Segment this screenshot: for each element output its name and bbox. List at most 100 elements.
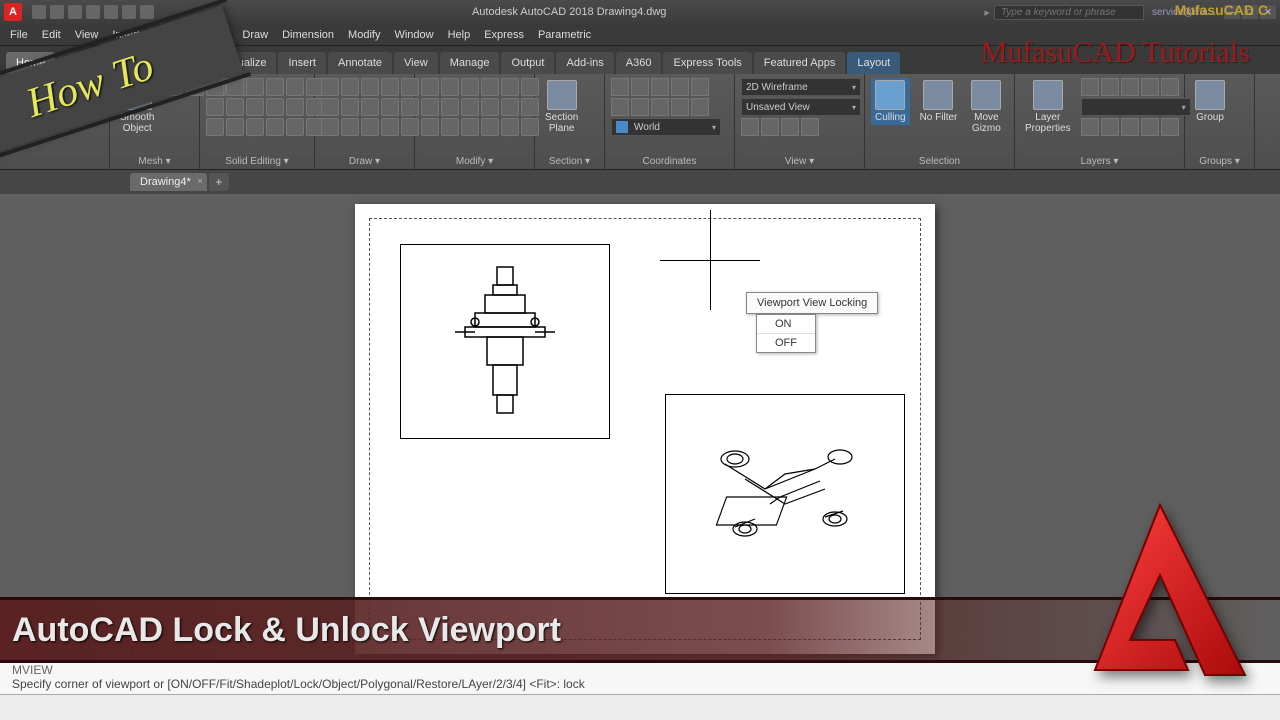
tab-manage[interactable]: Manage: [440, 52, 500, 74]
viewport-2[interactable]: [665, 394, 905, 594]
qat-saveas-icon[interactable]: [86, 5, 100, 19]
layer-tool-icon[interactable]: [1081, 78, 1099, 96]
close-icon[interactable]: ×: [197, 176, 202, 186]
doc-tab-add-button[interactable]: +: [209, 173, 229, 191]
tool-icon[interactable]: [441, 98, 459, 116]
tool-icon[interactable]: [341, 118, 359, 136]
layer-tool-icon[interactable]: [1141, 118, 1159, 136]
no-filter-button[interactable]: No Filter: [916, 78, 962, 125]
ucs-icon[interactable]: [691, 98, 709, 116]
layer-tool-icon[interactable]: [1161, 118, 1179, 136]
layer-tool-icon[interactable]: [1121, 78, 1139, 96]
menu-help[interactable]: Help: [448, 29, 471, 41]
ucs-icon[interactable]: [611, 78, 629, 96]
tool-icon[interactable]: [381, 98, 399, 116]
qat-undo-icon[interactable]: [122, 5, 136, 19]
tab-express-tools[interactable]: Express Tools: [663, 52, 751, 74]
tab-view[interactable]: View: [394, 52, 438, 74]
tool-icon[interactable]: [206, 118, 224, 136]
panel-label-draw[interactable]: Draw ▾: [321, 153, 408, 167]
tool-icon[interactable]: [461, 98, 479, 116]
tool-icon[interactable]: [246, 118, 264, 136]
tool-icon[interactable]: [341, 98, 359, 116]
ucs-icon[interactable]: [631, 78, 649, 96]
ucs-icon[interactable]: [671, 98, 689, 116]
ucs-icon[interactable]: [651, 78, 669, 96]
tool-icon[interactable]: [361, 78, 379, 96]
menu-draw[interactable]: Draw: [242, 29, 268, 41]
tab-featured-apps[interactable]: Featured Apps: [754, 52, 846, 74]
visual-style-combo[interactable]: 2D Wireframe: [741, 78, 861, 96]
tool-icon[interactable]: [266, 98, 284, 116]
viewport-1[interactable]: [400, 244, 610, 439]
tool-icon[interactable]: [421, 98, 439, 116]
qat-open-icon[interactable]: [50, 5, 64, 19]
tab-output[interactable]: Output: [501, 52, 554, 74]
qat-redo-icon[interactable]: [140, 5, 154, 19]
tool-icon[interactable]: [501, 78, 519, 96]
layer-tool-icon[interactable]: [1161, 78, 1179, 96]
tool-icon[interactable]: [381, 118, 399, 136]
view-tool-icon[interactable]: [741, 118, 759, 136]
qat-new-icon[interactable]: [32, 5, 46, 19]
culling-button[interactable]: Culling: [871, 78, 910, 125]
panel-label-layers[interactable]: Layers ▾: [1021, 153, 1178, 167]
help-search-input[interactable]: [994, 5, 1144, 20]
tool-icon[interactable]: [481, 118, 499, 136]
view-tool-icon[interactable]: [801, 118, 819, 136]
menu-express[interactable]: Express: [484, 29, 524, 41]
move-gizmo-button[interactable]: Move Gizmo: [967, 78, 1005, 136]
qat-plot-icon[interactable]: [104, 5, 118, 19]
tab-annotate[interactable]: Annotate: [328, 52, 392, 74]
tool-icon[interactable]: [501, 118, 519, 136]
tool-icon[interactable]: [321, 98, 339, 116]
section-plane-button[interactable]: Section Plane: [541, 78, 582, 136]
tool-icon[interactable]: [286, 98, 304, 116]
tab-a360[interactable]: A360: [616, 52, 662, 74]
menu-item-off[interactable]: OFF: [757, 334, 815, 352]
layer-tool-icon[interactable]: [1081, 118, 1099, 136]
tool-icon[interactable]: [441, 118, 459, 136]
tool-icon[interactable]: [246, 78, 264, 96]
tool-icon[interactable]: [441, 78, 459, 96]
tool-icon[interactable]: [381, 78, 399, 96]
doc-tab-drawing4[interactable]: Drawing4*×: [130, 173, 207, 191]
ucs-icon[interactable]: [611, 98, 629, 116]
tool-icon[interactable]: [321, 78, 339, 96]
app-icon[interactable]: A: [4, 3, 22, 21]
qat-save-icon[interactable]: [68, 5, 82, 19]
ucs-icon[interactable]: [671, 78, 689, 96]
ucs-icon[interactable]: [691, 78, 709, 96]
tool-icon[interactable]: [361, 98, 379, 116]
tool-icon[interactable]: [341, 78, 359, 96]
layer-combo[interactable]: [1081, 98, 1191, 116]
menu-view[interactable]: View: [75, 29, 99, 41]
menu-dimension[interactable]: Dimension: [282, 29, 334, 41]
panel-label-section[interactable]: Section ▾: [541, 153, 598, 167]
tab-layout[interactable]: Layout: [847, 52, 900, 74]
tool-icon[interactable]: [461, 118, 479, 136]
menu-item-on[interactable]: ON: [757, 315, 815, 334]
layer-properties-button[interactable]: Layer Properties: [1021, 78, 1075, 136]
ucs-combo[interactable]: World: [611, 118, 721, 136]
tool-icon[interactable]: [206, 98, 224, 116]
tool-icon[interactable]: [461, 78, 479, 96]
tool-icon[interactable]: [226, 118, 244, 136]
layer-tool-icon[interactable]: [1101, 118, 1119, 136]
tool-icon[interactable]: [481, 98, 499, 116]
crosshair-cursor[interactable]: [660, 210, 760, 310]
tool-icon[interactable]: [266, 118, 284, 136]
tool-icon[interactable]: [286, 118, 304, 136]
tool-icon[interactable]: [321, 118, 339, 136]
menu-modify[interactable]: Modify: [348, 29, 380, 41]
tool-icon[interactable]: [421, 78, 439, 96]
view-tool-icon[interactable]: [761, 118, 779, 136]
layer-tool-icon[interactable]: [1101, 78, 1119, 96]
menu-window[interactable]: Window: [394, 29, 433, 41]
tab-addins[interactable]: Add-ins: [556, 52, 613, 74]
panel-label-mesh[interactable]: Mesh ▾: [116, 153, 193, 167]
tool-icon[interactable]: [421, 118, 439, 136]
tab-insert[interactable]: Insert: [278, 52, 326, 74]
tool-icon[interactable]: [501, 98, 519, 116]
tool-icon[interactable]: [361, 118, 379, 136]
